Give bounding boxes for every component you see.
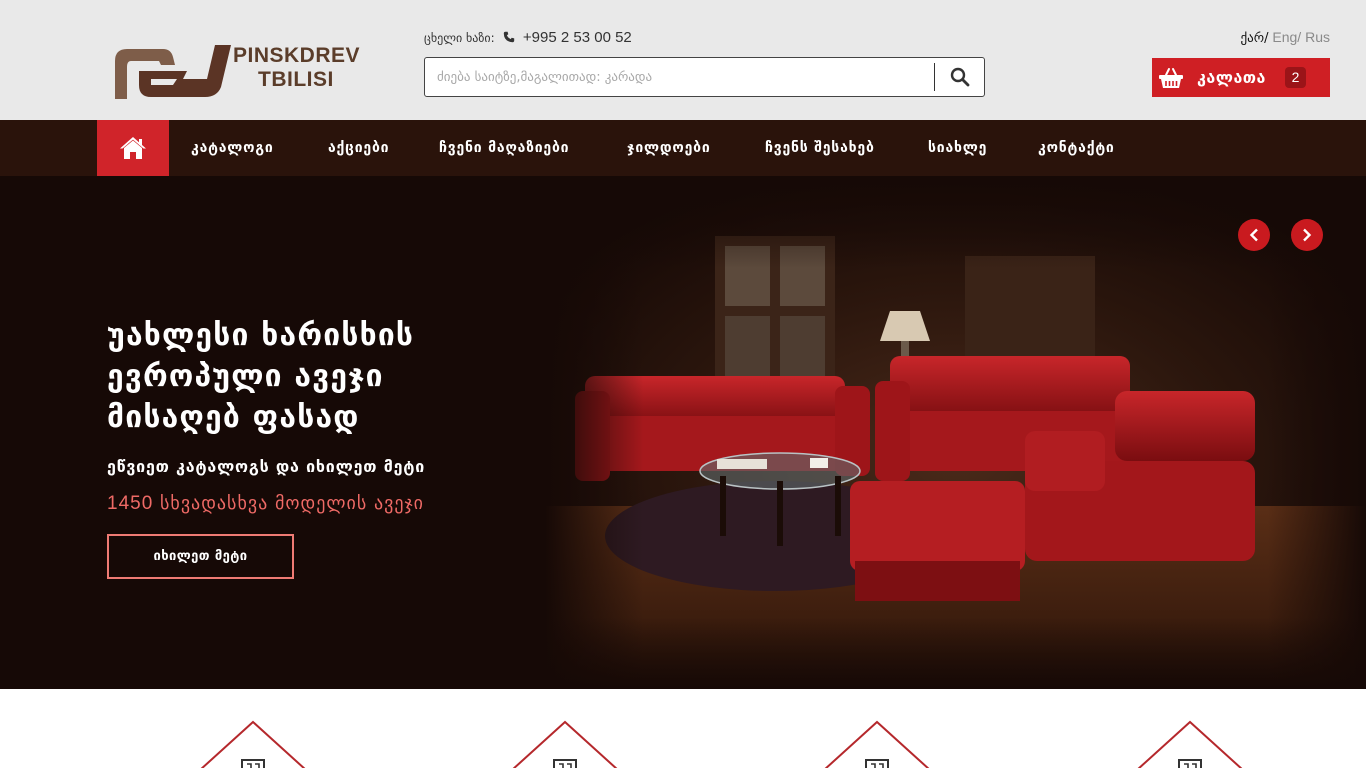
home-button[interactable] (97, 120, 169, 176)
chevron-left-icon (1249, 228, 1258, 242)
hero-subtitle: ეწვიეთ კატალოგს და იხილეთ მეტი (107, 457, 426, 476)
hero-models-count: 1450 სხვადასხვა მოდელის ავეჯი (107, 493, 424, 515)
slider-next-button[interactable] (1291, 219, 1323, 251)
cart-button[interactable]: კალათა 2 (1152, 58, 1330, 97)
site-logo[interactable]: PINSKDREV TBILISI (111, 43, 371, 99)
hero-slider: უახლესი ხარისხის ევროპული ავეჯი მისაღებ … (0, 176, 1366, 689)
basket-icon (1156, 63, 1186, 93)
nav-item-our-stores[interactable]: ჩვენი მაღაზიები (439, 120, 569, 176)
site-header: PINSKDREV TBILISI ცხელი ხაზი: +995 2 53 … (0, 0, 1366, 120)
models-text: სხვადასხვა მოდელის ავეჯი (160, 493, 424, 514)
search-icon (950, 67, 970, 87)
models-number: 1450 (107, 493, 154, 514)
phone-icon (503, 31, 514, 43)
chevron-right-icon (1303, 228, 1312, 242)
logo-wordmark: PINSKDREV TBILISI (233, 44, 373, 92)
search-input[interactable] (437, 66, 937, 88)
hotline-label: ცხელი ხაზი: (424, 31, 495, 45)
cart-count-badge: 2 (1285, 67, 1306, 88)
store-house-icon (200, 720, 306, 768)
search-button[interactable] (937, 59, 983, 95)
lang-english[interactable]: Eng/ (1272, 29, 1301, 45)
lang-georgian[interactable]: ქარ/ (1241, 31, 1269, 46)
hero-title-line-2: ევროპული ავეჯი (107, 359, 384, 394)
search-box (424, 57, 985, 97)
nav-item-promotions[interactable]: აქციები (328, 120, 389, 176)
lang-russian[interactable]: Rus (1305, 29, 1330, 45)
search-divider (934, 63, 935, 91)
cart-label: კალათა (1197, 68, 1266, 87)
home-icon (120, 137, 146, 159)
nav-item-contact[interactable]: კონტაქტი (1038, 120, 1115, 176)
hotline-number[interactable]: +995 2 53 00 52 (523, 29, 632, 46)
see-more-button[interactable]: იხილეთ მეტი (107, 534, 294, 579)
nav-item-catalog[interactable]: კატალოგი (191, 120, 274, 176)
main-navigation: კატალოგი აქციები ჩვენი მაღაზიები ჯილდოებ… (0, 120, 1366, 176)
nav-item-news[interactable]: სიახლე (928, 120, 987, 176)
nav-item-awards[interactable]: ჯილდოები (627, 120, 711, 176)
hero-sofa-image (545, 176, 1366, 689)
store-house-icon (824, 720, 930, 768)
nav-item-about-us[interactable]: ჩვენს შესახებ (765, 120, 875, 176)
language-switcher: ქარ/ Eng/ Rus (1241, 29, 1331, 46)
features-strip (0, 689, 1366, 768)
hero-title-line-1: უახლესი ხარისხის (107, 318, 415, 353)
store-house-icon (512, 720, 618, 768)
hero-title-line-3: მისაღებ ფასად (107, 400, 360, 435)
hero-title: უახლესი ხარისხის ევროპული ავეჯი მისაღებ … (107, 315, 547, 438)
logo-line-2: TBILISI (258, 68, 334, 91)
pinskdrev-logo-icon (115, 45, 231, 99)
hotline: ცხელი ხაზი: +995 2 53 00 52 (424, 29, 632, 46)
slider-prev-button[interactable] (1238, 219, 1270, 251)
logo-line-1: PINSKDREV (233, 44, 361, 67)
store-house-icon (1137, 720, 1243, 768)
